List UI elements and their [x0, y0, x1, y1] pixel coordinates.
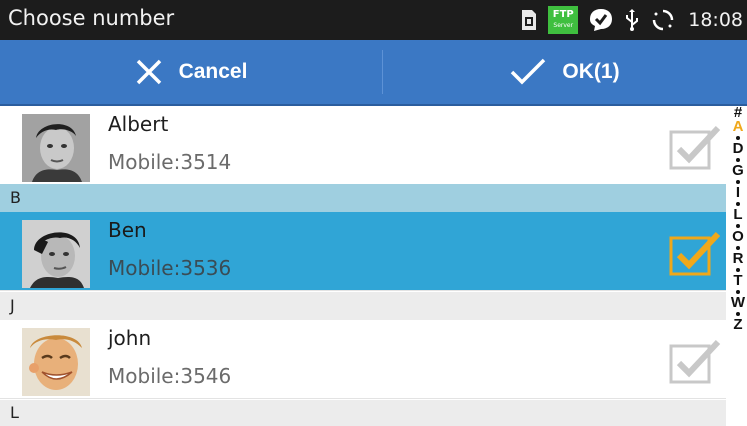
alphabet-index[interactable]: # A D G I L O R T W Z [729, 105, 747, 426]
ftp-sub-label: Server [553, 21, 574, 29]
contact-name: john [108, 326, 152, 350]
section-header-j: J [0, 292, 726, 320]
contact-phone: Mobile:3514 [108, 150, 232, 174]
checkbox-unchecked-icon[interactable] [668, 122, 722, 172]
clock: 18:08 [688, 9, 743, 31]
section-header-b: B [0, 184, 726, 212]
ok-button[interactable]: OK(1) [383, 40, 747, 104]
status-icons: FTP Server 18:08 [510, 0, 743, 40]
section-header-l: L [0, 400, 726, 426]
checkmark-icon [511, 58, 546, 85]
avatar [22, 328, 90, 396]
cancel-button[interactable]: Cancel [0, 40, 382, 104]
sync-icon [650, 7, 676, 33]
contact-name: Ben [108, 218, 147, 242]
index-letter-current[interactable]: A [733, 119, 744, 134]
avatar [22, 114, 90, 182]
contact-phone: Mobile:3546 [108, 364, 232, 388]
screen-title: Choose number [8, 6, 175, 30]
ok-label: OK(1) [562, 60, 620, 83]
index-letter[interactable]: I [736, 185, 740, 200]
index-letter[interactable]: R [733, 251, 744, 266]
ftp-label: FTP [552, 8, 574, 20]
index-letter[interactable]: W [731, 295, 745, 310]
status-bar: Choose number FTP Server 18:08 [0, 0, 747, 40]
index-letter[interactable]: T [733, 273, 742, 288]
index-letter[interactable]: Z [733, 317, 742, 332]
index-letter[interactable]: L [733, 207, 742, 222]
check-bubble-icon [588, 7, 614, 33]
index-letter[interactable]: G [732, 163, 744, 178]
checkbox-unchecked-icon[interactable] [668, 336, 722, 386]
cancel-label: Cancel [178, 60, 248, 83]
avatar [22, 220, 90, 288]
contact-row-albert[interactable]: Albert Mobile:3514 [0, 106, 726, 185]
action-bar: Cancel OK(1) [0, 40, 747, 106]
close-icon [136, 59, 161, 85]
contact-phone: Mobile:3536 [108, 256, 232, 280]
contact-name: Albert [108, 112, 169, 136]
index-letter[interactable]: O [732, 229, 744, 244]
contact-row-john[interactable]: john Mobile:3546 [0, 320, 726, 399]
checkbox-checked-icon[interactable] [668, 228, 722, 278]
index-letter[interactable]: D [733, 141, 744, 156]
sim-card-icon [520, 9, 538, 31]
usb-icon [624, 8, 640, 32]
contact-row-ben[interactable]: Ben Mobile:3536 [0, 212, 726, 291]
ftp-server-icon: FTP Server [548, 6, 579, 34]
